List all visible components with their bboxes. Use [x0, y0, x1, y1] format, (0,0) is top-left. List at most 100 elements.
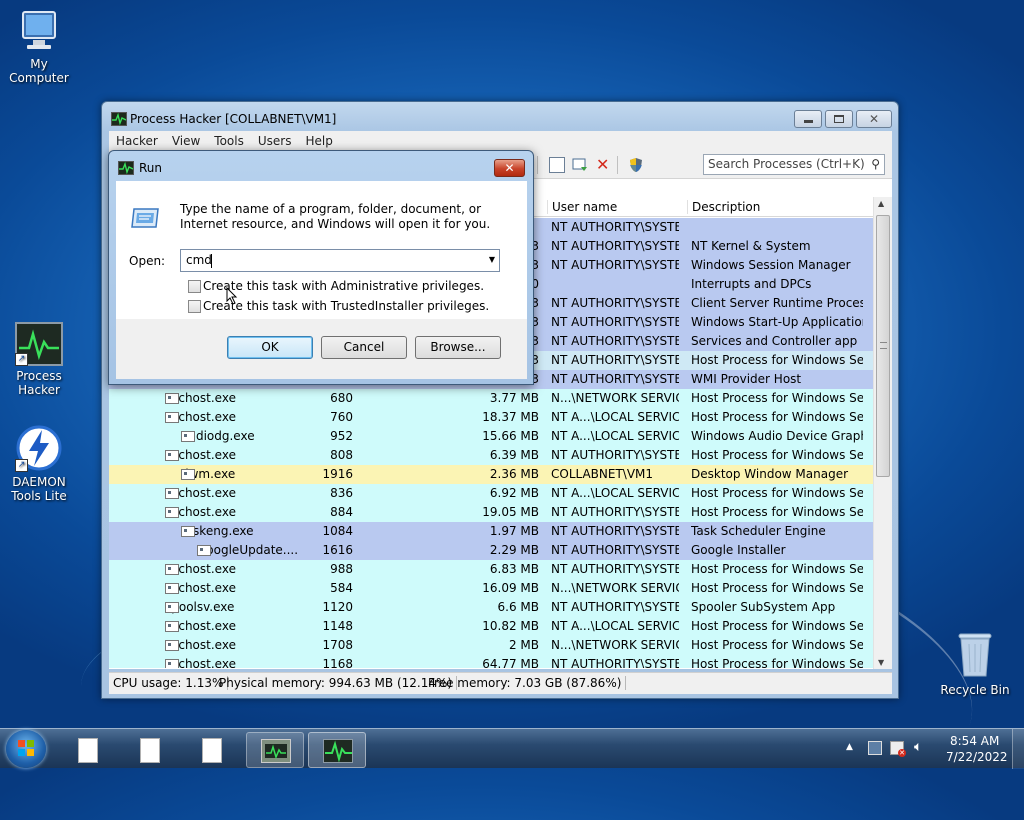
clock-time[interactable]: 8:54 AM	[950, 734, 999, 748]
taskbar-file-1[interactable]	[58, 732, 116, 768]
minimize-button[interactable]	[794, 110, 822, 128]
table-row[interactable]: spoolsv.exe 1120 6.6 MB NT AUTHORITY\SYSTEM…	[109, 598, 873, 617]
process-user: NT A...\LOCAL SERVICE	[551, 410, 679, 424]
table-row[interactable]: svchost.exe 1148 10.82 MB NT A...\LOCAL SER…	[109, 617, 873, 636]
action-center-icon[interactable]: ✕	[890, 741, 906, 757]
process-icon	[165, 659, 179, 668]
scroll-down-arrow-icon[interactable]: ▼	[878, 658, 884, 667]
system-information-icon[interactable]	[549, 157, 565, 173]
run-dialog[interactable]: Run ✕ Type the name of a program, folder…	[108, 150, 534, 385]
menu-tools[interactable]: Tools	[207, 134, 251, 148]
process-user: NT AUTHORITY\SYSTEM	[551, 220, 679, 234]
process-memory: 6.83 MB	[489, 562, 539, 576]
process-name-cell: svchost.exe	[109, 657, 309, 668]
show-desktop-button[interactable]	[1012, 729, 1024, 769]
column-description[interactable]: Description	[687, 200, 867, 214]
process-memory: 6.6 MB	[497, 600, 539, 614]
maximize-button[interactable]	[825, 110, 853, 128]
process-icon	[165, 488, 179, 499]
clock-date[interactable]: 7/22/2022	[946, 750, 1008, 764]
table-row[interactable]: svchost.exe 584 16.09 MB N...\NETWORK SERVI…	[109, 579, 873, 598]
trustedinstaller-label[interactable]: Create this task with TrustedInstaller p…	[203, 299, 489, 313]
browse-button[interactable]: Browse...	[415, 336, 501, 359]
process-name-cell: spoolsv.exe	[109, 600, 309, 614]
menu-bar: Hacker View Tools Users Help	[109, 131, 892, 151]
show-hidden-icons-icon[interactable]: ▲	[846, 742, 853, 752]
table-row[interactable]: svchost.exe 988 6.83 MB NT AUTHORITY\SYSTEM…	[109, 560, 873, 579]
table-row[interactable]: dwm.exe 1916 2.36 MB COLLABNET\VM1 Desktop W…	[109, 465, 873, 484]
process-description: Spooler SubSystem App	[691, 600, 836, 614]
table-row[interactable]: ◢svchost.exe 884 19.05 MB NT AUTHORITY\SYST…	[109, 503, 873, 522]
open-input[interactable]: cmd	[186, 253, 212, 267]
ok-button[interactable]: OK	[227, 336, 313, 359]
process-memory: 3.77 MB	[489, 391, 539, 405]
desktop-icon-recycle-bin[interactable]: Recycle Bin	[937, 630, 1013, 697]
table-row[interactable]: ◢svchost.exe 760 18.37 MB NT A...\LOCAL SER…	[109, 408, 873, 427]
table-row[interactable]: svchost.exe 836 6.92 MB NT A...\LOCAL SERVI…	[109, 484, 873, 503]
taskbar-file-3[interactable]	[182, 732, 240, 768]
admin-privileges-label[interactable]: Create this task with Administrative pri…	[203, 279, 484, 293]
process-pid: 836	[330, 486, 353, 500]
table-row[interactable]: ◢taskeng.exe 1084 1.97 MB NT AUTHORITY\SYST…	[109, 522, 873, 541]
start-button[interactable]	[6, 730, 46, 768]
trustedinstaller-checkbox[interactable]	[188, 300, 201, 313]
desktop-icon-daemon-tools[interactable]: ↗ DAEMON Tools Lite	[1, 424, 77, 503]
process-description: Host Process for Windows Ser...	[691, 505, 863, 519]
process-memory: 18.37 MB	[482, 410, 539, 424]
search-processes-input[interactable]: Search Processes (Ctrl+K) ⚲	[703, 154, 885, 175]
taskbar-run-dialog[interactable]	[246, 732, 304, 768]
run-close-button[interactable]: ✕	[494, 159, 525, 177]
run-dialog-body: Type the name of a program, folder, docu…	[116, 181, 527, 379]
vertical-scrollbar[interactable]: ▲ ▼	[873, 197, 892, 669]
admin-privileges-checkbox[interactable]	[188, 280, 201, 293]
process-icon	[181, 431, 195, 442]
process-description: Task Scheduler Engine	[691, 524, 826, 538]
desktop-icon-my-computer[interactable]: My Computer	[1, 10, 77, 85]
table-row[interactable]: svchost.exe 1708 2 MB N...\NETWORK SERVICE H…	[109, 636, 873, 655]
run-dialog-title: Run	[139, 161, 163, 175]
process-name-cell: ◢taskeng.exe	[109, 524, 309, 538]
table-row[interactable]: svchost.exe 680 3.77 MB N...\NETWORK SERVIC…	[109, 389, 873, 408]
process-name-cell: ◢svchost.exe	[109, 448, 309, 462]
process-user: NT AUTHORITY\SYSTEM	[551, 353, 679, 367]
scrollbar-thumb[interactable]	[876, 215, 890, 477]
network-icon[interactable]	[868, 741, 882, 755]
shield-icon[interactable]	[628, 157, 644, 173]
dropdown-arrow-icon[interactable]: ▼	[489, 255, 495, 264]
scroll-up-arrow-icon[interactable]: ▲	[878, 199, 884, 208]
table-row[interactable]: audiodg.exe 952 15.66 MB NT A...\LOCAL SERV…	[109, 427, 873, 446]
process-description: Host Process for Windows Ser...	[691, 486, 863, 500]
document-icon	[140, 738, 160, 763]
toolbar-separator	[617, 156, 618, 174]
menu-view[interactable]: View	[165, 134, 207, 148]
process-pid: 1148	[322, 619, 353, 633]
process-user: NT AUTHORITY\SYSTEM	[551, 372, 679, 386]
terminate-icon[interactable]: ✕	[596, 157, 612, 173]
table-row[interactable]: ◢svchost.exe 808 6.39 MB NT AUTHORITY\SYSTE…	[109, 446, 873, 465]
recycle-bin-icon	[955, 630, 995, 680]
process-icon	[165, 564, 179, 575]
process-name-cell: svchost.exe	[109, 581, 309, 595]
volume-icon[interactable]: 🔈︎	[914, 739, 922, 755]
process-pid: 884	[330, 505, 353, 519]
process-pid: 1708	[322, 638, 353, 652]
minimize-icon	[803, 120, 813, 123]
process-icon	[165, 583, 179, 594]
desktop-icon-label: My Computer	[9, 57, 69, 85]
menu-hacker[interactable]: Hacker	[109, 134, 165, 148]
taskbar-file-2[interactable]	[120, 732, 178, 768]
cancel-button[interactable]: Cancel	[321, 336, 407, 359]
desktop-icon-process-hacker[interactable]: ↗ Process Hacker	[1, 322, 77, 397]
system-tray: ▲ ✕ 🔈︎ 8:54 AM 7/22/2022	[840, 729, 1024, 769]
process-user: NT A...\LOCAL SERVICE	[551, 619, 679, 633]
open-combobox[interactable]: cmd ▼	[180, 249, 500, 272]
close-window-button[interactable]: ✕	[856, 110, 892, 128]
table-row[interactable]: svchost.exe 1168 64.77 MB NT AUTHORITY\SYST…	[109, 655, 873, 668]
column-user-name[interactable]: User name	[547, 200, 687, 214]
table-row[interactable]: GoogleUpdate.... 1616 2.29 MB NT AUTHORITY\…	[109, 541, 873, 560]
find-window-icon[interactable]	[572, 157, 588, 173]
document-icon	[78, 738, 98, 763]
taskbar-process-hacker[interactable]	[308, 732, 366, 768]
menu-help[interactable]: Help	[298, 134, 339, 148]
menu-users[interactable]: Users	[251, 134, 299, 148]
